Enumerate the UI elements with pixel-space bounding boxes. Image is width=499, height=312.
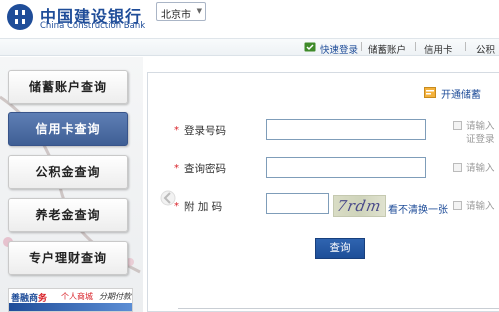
nav-separator: | (464, 42, 468, 52)
login-number-hint-2: 证登录 (466, 134, 495, 145)
city-select-value: 北京市 (161, 10, 191, 21)
captcha-hint: 请输入 (466, 201, 495, 212)
divider (178, 308, 499, 309)
password-input[interactable] (266, 157, 426, 178)
captcha-text: 7rdm (335, 197, 384, 215)
city-select[interactable]: 北京市 ▼ (156, 2, 206, 21)
login-number-input[interactable] (266, 119, 426, 140)
captcha-image[interactable]: 7rdm (333, 195, 386, 217)
password-hint: 请输入 (466, 163, 495, 174)
chevron-down-icon: ▼ (196, 7, 202, 15)
password-label: 查询密码 (184, 163, 226, 175)
info-icon (453, 163, 462, 172)
sidebar-item-wealth-query[interactable]: 专户理财查询 (8, 241, 128, 275)
ccb-logo[interactable]: 中国建设银行 China Construction Bank (6, 3, 152, 33)
nav-separator: | (414, 42, 418, 52)
nav-separator: | (360, 42, 364, 52)
submit-query-button[interactable]: 查询 (315, 238, 365, 259)
sidebar-item-provident-fund-query[interactable]: 公积金查询 (8, 155, 128, 189)
required-mark: * (174, 163, 179, 174)
banner-subtitle: 个人商城 (61, 292, 93, 301)
logo-title-en: China Construction Bank (40, 21, 146, 31)
captcha-input[interactable] (266, 193, 329, 214)
query-form-panel: 开通储蓄 * 登录号码 请输入 证登录 * 查询密码 请输入 * 附 加 码 7… (147, 72, 499, 312)
login-number-hint: 请输入 (466, 121, 495, 132)
open-savings-link[interactable]: 开通储蓄 (441, 86, 481, 101)
ad-banner[interactable]: 善融商务 个人商城 分期付款 (8, 288, 133, 312)
sidebar-item-credit-card-query[interactable]: 信用卡查询 (8, 112, 128, 146)
nav-savings-account[interactable]: 储蓄账户 (368, 42, 406, 56)
login-number-label: 登录号码 (184, 125, 226, 137)
header: 中国建设银行 China Construction Bank 北京市 ▼ (0, 0, 499, 38)
required-mark: * (174, 125, 179, 136)
required-mark: * (174, 201, 179, 212)
quick-login-icon (304, 42, 316, 52)
captcha-refresh-link[interactable]: 看不清换一张 (388, 201, 448, 216)
info-icon (453, 121, 462, 130)
nav-quick-login[interactable]: 快速登录 (320, 42, 358, 56)
banner-strip (9, 303, 132, 311)
info-icon (453, 201, 462, 210)
nav-credit-card[interactable]: 信用卡 (424, 42, 453, 56)
card-icon (424, 87, 436, 98)
top-nav: 快速登录 | 储蓄账户 | 信用卡 | 公积 (0, 38, 499, 56)
captcha-label: 附 加 码 (184, 201, 223, 213)
ccb-logo-icon (7, 4, 33, 30)
banner-slogan: 分期付款 (99, 292, 131, 301)
sidebar-item-pension-query[interactable]: 养老金查询 (8, 198, 128, 232)
nav-provident-fund[interactable]: 公积 (476, 42, 495, 56)
sidebar-item-savings-query[interactable]: 储蓄账户查询 (8, 70, 128, 104)
